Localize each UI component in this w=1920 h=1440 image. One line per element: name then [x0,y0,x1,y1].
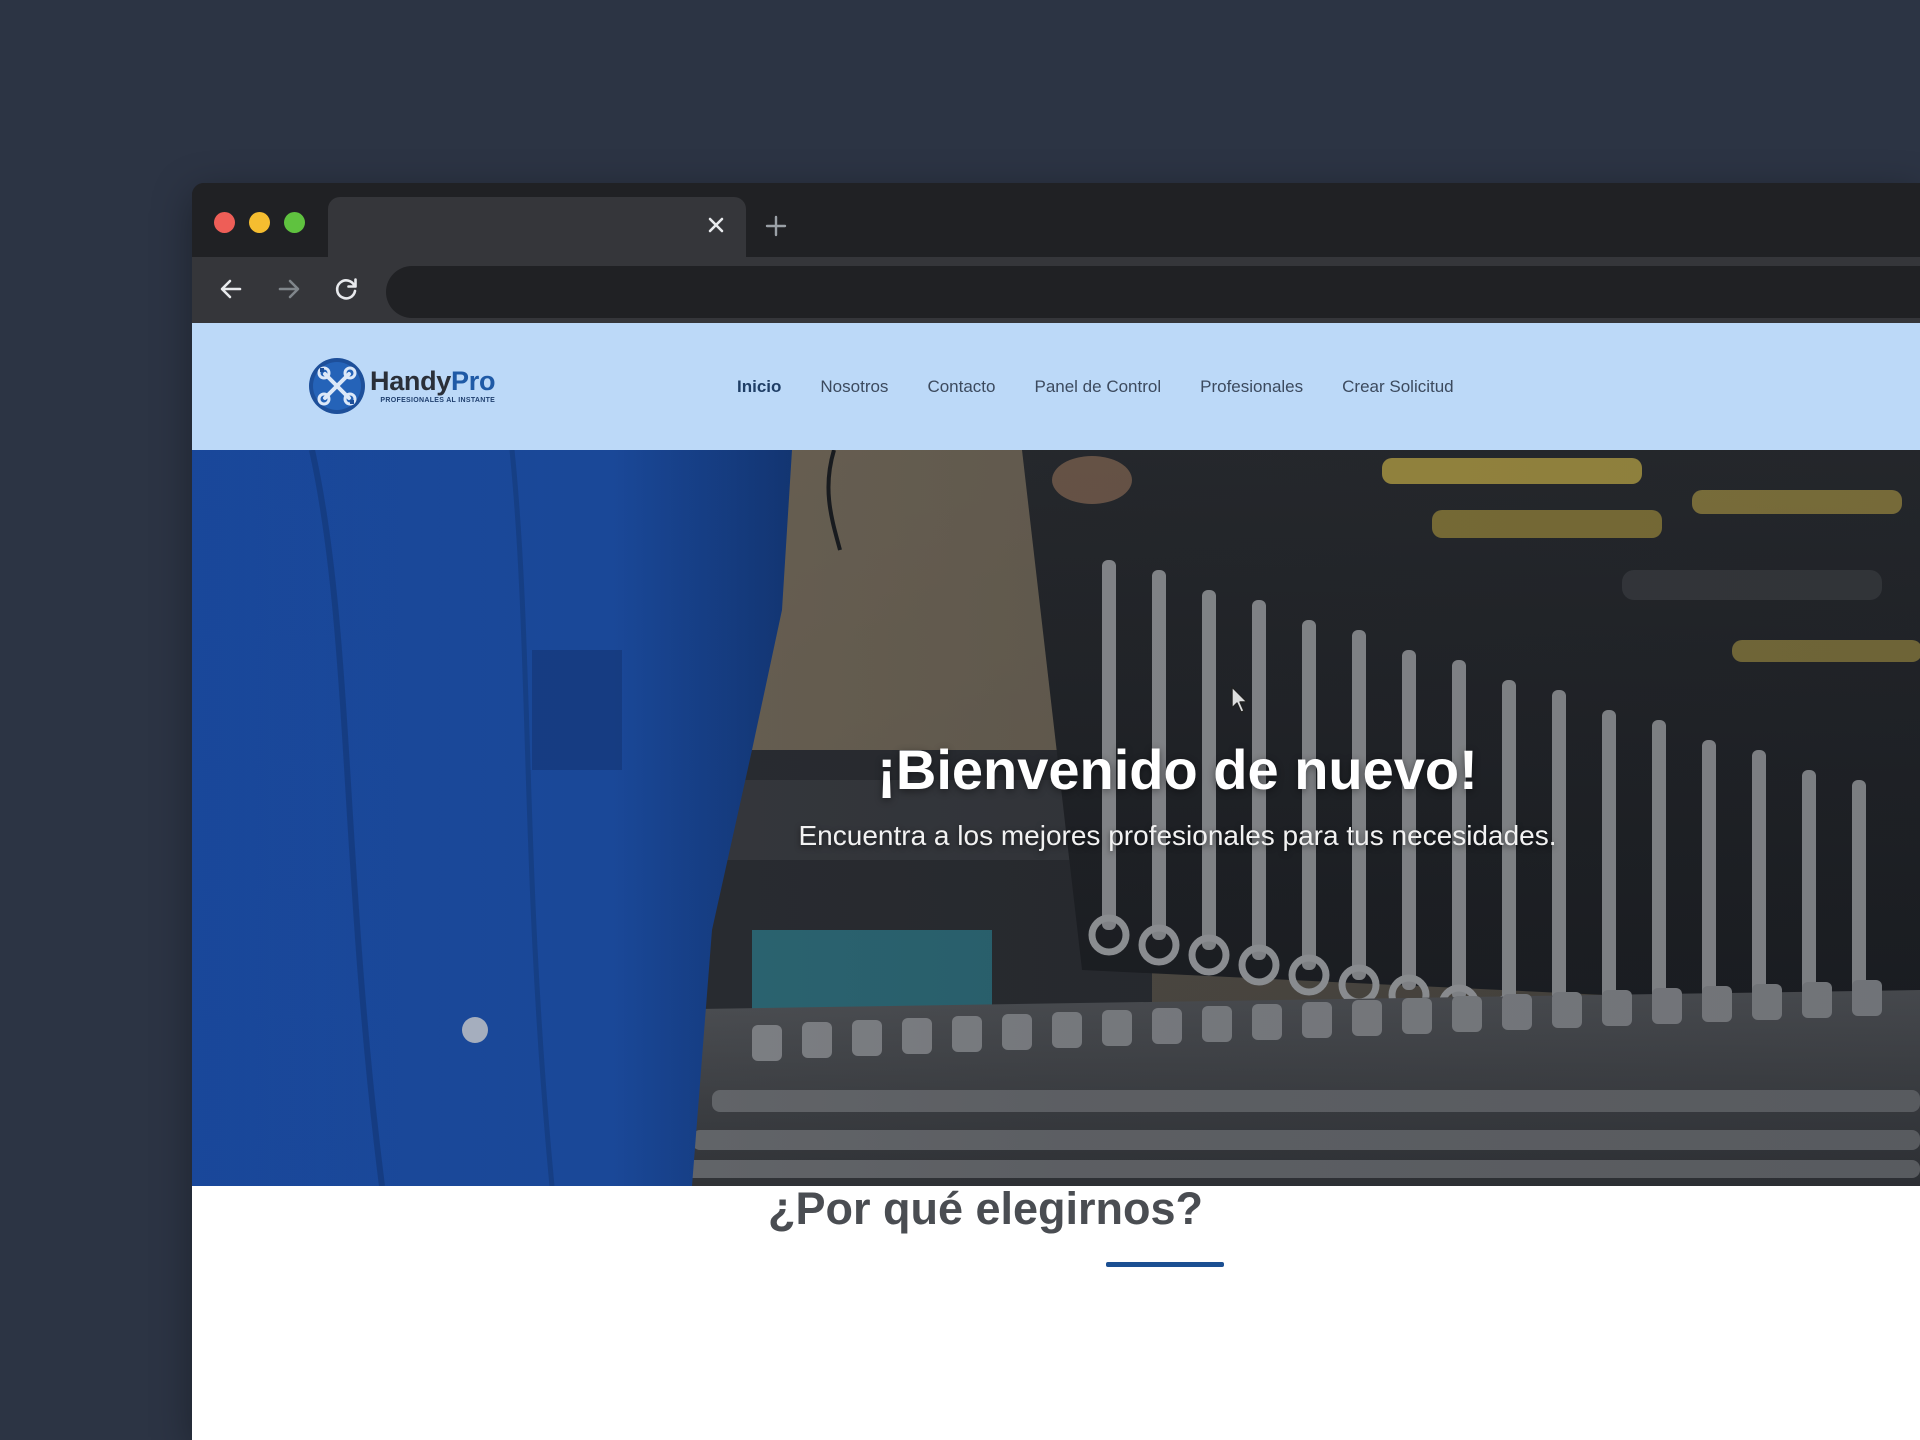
reload-icon[interactable] [330,273,362,305]
close-icon[interactable] [704,213,728,237]
tab-strip [192,183,1920,257]
hero-section: ¡Bienvenido de nuevo! Encuentra a los me… [192,450,1920,1186]
wrench-logo-icon [309,358,365,414]
why-us-title: ¿Por qué elegirnos? [767,1183,1204,1234]
site-logo[interactable]: HandyPro PROFESIONALES AL INSTANTE [308,357,495,415]
nav-link-panel-de-control[interactable]: Panel de Control [1034,377,1161,397]
nav-link-crear-solicitud[interactable]: Crear Solicitud [1342,377,1454,397]
main-nav: Inicio Nosotros Contacto Panel de Contro… [737,323,1493,450]
window-minimize-button[interactable] [249,212,270,233]
nav-link-contacto[interactable]: Contacto [927,377,995,397]
nav-link-nosotros[interactable]: Nosotros [820,377,888,397]
logo-wordmark: HandyPro [370,366,496,396]
section-title-underline [1106,1262,1224,1267]
plus-icon[interactable] [763,213,789,239]
window-maximize-button[interactable] [284,212,305,233]
window-close-button[interactable] [214,212,235,233]
browser-window: HandyPro PROFESIONALES AL INSTANTE Inici… [192,183,1920,1440]
hero-title: ¡Bienvenido de nuevo! [877,738,1478,801]
hero-subtitle: Encuentra a los mejores profesionales pa… [798,820,1557,851]
logo-tagline: PROFESIONALES AL INSTANTE [380,397,496,404]
mouse-cursor-icon [1231,686,1248,713]
site-navbar: HandyPro PROFESIONALES AL INSTANTE Inici… [192,323,1920,450]
back-arrow-icon[interactable] [215,273,247,305]
forward-arrow-icon[interactable] [273,273,305,305]
nav-link-inicio[interactable]: Inicio [737,377,781,397]
nav-link-profesionales[interactable]: Profesionales [1200,377,1303,397]
page-viewport: HandyPro PROFESIONALES AL INSTANTE Inici… [192,323,1920,1440]
browser-tab[interactable] [328,197,746,257]
address-bar[interactable] [386,266,1920,318]
browser-toolbar [192,257,1920,323]
